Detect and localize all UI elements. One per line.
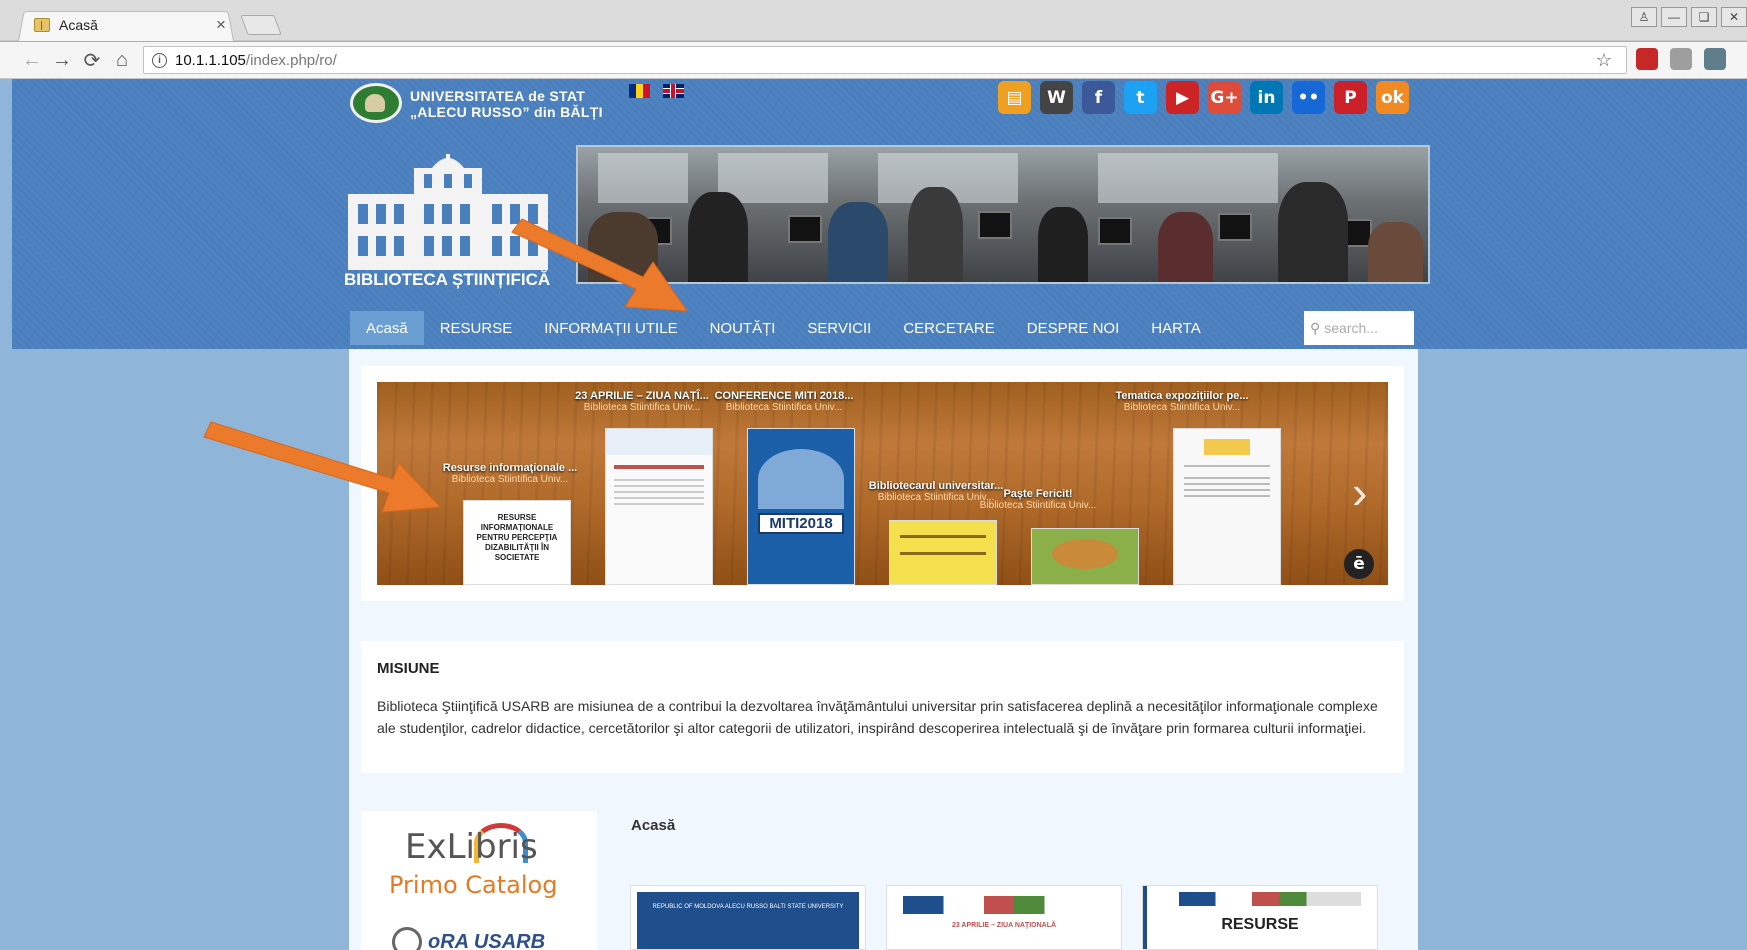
nav-item-4[interactable]: SERVICII bbox=[791, 311, 887, 345]
tab-close-icon[interactable]: × bbox=[212, 15, 230, 35]
header-banner-photo bbox=[576, 145, 1430, 284]
miti-cover-text: MITI2018 bbox=[758, 513, 844, 534]
main-navigation: Acasă RESURSE INFORMAȚII UTILE NOUTĂȚI SERVI… bbox=[350, 311, 1217, 345]
slide-title: CONFERENCE MITI 2018... bbox=[714, 390, 854, 402]
nav-item-6[interactable]: DESPRE NOI bbox=[1011, 311, 1136, 345]
facebook-icon[interactable]: f bbox=[1082, 81, 1115, 114]
thumb-caption: REPUBLIC OF MOLDOVA ALECU RUSSO BALTI ST… bbox=[637, 892, 859, 949]
ora-usarb-logo[interactable]: oRA USARB bbox=[392, 921, 582, 950]
minimize-button[interactable]: — bbox=[1661, 7, 1687, 27]
social-links: ▤ Wf t ▶ G+ in •• Pok bbox=[998, 81, 1409, 114]
exlibris-brand: ExLibris bbox=[405, 827, 538, 867]
google-plus-icon[interactable]: G+ bbox=[1208, 81, 1241, 114]
slide-title: Paşte Fericit! bbox=[1003, 488, 1073, 500]
university-name-line1: UNIVERSITATEA de STAT bbox=[410, 88, 586, 104]
carousel-next-arrow[interactable]: › bbox=[1352, 469, 1367, 515]
user-profile-icon[interactable]: ♙ bbox=[1631, 7, 1657, 27]
flag-ro-icon[interactable] bbox=[629, 84, 650, 98]
slide-caption[interactable]: Resurse informaţionale ... Biblioteca Sti… bbox=[425, 462, 595, 485]
thumb-caption: RESURSE bbox=[1221, 916, 1299, 933]
ora-usarb-text: oRA USARB bbox=[428, 931, 546, 950]
slide-title: Resurse informaţionale ... bbox=[442, 462, 578, 474]
tab-title[interactable]: Acasă bbox=[59, 17, 212, 33]
mission-title: MISIUNE bbox=[377, 660, 440, 677]
main-heading: Acasă bbox=[631, 817, 676, 834]
url-path: /index.php/ro/ bbox=[245, 51, 337, 69]
slide-title: Tematica expozițiilor pe... bbox=[1115, 390, 1249, 402]
search-box[interactable]: ⚲ search... bbox=[1304, 311, 1414, 345]
flickr-icon[interactable]: •• bbox=[1292, 81, 1325, 114]
nav-item-2[interactable]: INFORMAȚII UTILE bbox=[528, 311, 693, 345]
flag-uk-icon[interactable] bbox=[663, 84, 684, 98]
url-host: 10.1.1.105 bbox=[175, 51, 246, 69]
slide-subtitle: Biblioteca Stiintifica Univ... bbox=[979, 500, 1097, 511]
home-icon[interactable]: ⌂ bbox=[108, 47, 136, 73]
web-page: UNIVERSITATEA de STAT „ALECU RUSSO” din … bbox=[12, 79, 1747, 950]
pinterest-icon[interactable]: P bbox=[1334, 81, 1367, 114]
university-name-line2: „ALECU RUSSO” din BĂLȚI bbox=[410, 104, 603, 120]
article-thumb-3[interactable]: RESURSE bbox=[1142, 885, 1378, 950]
mission-text: Biblioteca Ştiinţifică USARB are misiune… bbox=[377, 698, 1378, 736]
twitter-icon[interactable]: t bbox=[1124, 81, 1157, 114]
slide-caption[interactable]: Paşte Fericit! Biblioteca Stiintifica Uni… bbox=[953, 488, 1123, 511]
odnoklassniki-icon[interactable]: ok bbox=[1376, 81, 1409, 114]
library-title[interactable]: BIBLIOTECA ȘTIINȚIFICĂ bbox=[344, 270, 550, 290]
slide-cover-miti2018[interactable]: MITI2018 bbox=[747, 428, 855, 585]
site-info-icon[interactable]: i bbox=[152, 52, 167, 68]
nav-item-5[interactable]: CERCETARE bbox=[887, 311, 1010, 345]
translate-extension-icon[interactable] bbox=[1704, 48, 1726, 70]
slide-cover-tematica[interactable] bbox=[1173, 428, 1281, 585]
bookmark-star-icon[interactable]: ☆ bbox=[1596, 50, 1612, 71]
nav-item-0[interactable]: Acasă bbox=[350, 311, 424, 345]
university-logo-icon[interactable] bbox=[350, 83, 402, 123]
reload-icon[interactable]: ⟳ bbox=[78, 47, 106, 73]
favicon-icon bbox=[34, 18, 50, 32]
thumb-caption: 23 APRILIE – ZIUA NAŢIONALĂ bbox=[951, 922, 1057, 929]
slide-caption[interactable]: Tematica expozițiilor pe... Biblioteca St… bbox=[1097, 390, 1267, 413]
close-window-button[interactable]: ✕ bbox=[1721, 7, 1747, 27]
slide-subtitle: Biblioteca Stiintifica Univ... bbox=[1123, 402, 1241, 413]
primo-catalog-label: Primo Catalog bbox=[389, 871, 558, 899]
nav-item-7[interactable]: HARTA bbox=[1135, 311, 1216, 345]
linkedin-icon[interactable]: in bbox=[1250, 81, 1283, 114]
new-tab-button[interactable] bbox=[240, 15, 282, 35]
search-icon: ⚲ bbox=[1310, 319, 1321, 336]
news-icon[interactable]: ▤ bbox=[998, 81, 1031, 114]
forward-icon[interactable]: → bbox=[48, 47, 76, 73]
browser-tab-strip: Acasă × ♙ — ❏ ✕ bbox=[0, 0, 1747, 41]
nav-item-3[interactable]: NOUTĂȚI bbox=[694, 311, 792, 345]
url-bar[interactable]: i 10.1.1.105 /index.php/ro/ ☆ bbox=[143, 46, 1627, 74]
slide-subtitle: Biblioteca Stiintifica Univ... bbox=[451, 474, 569, 485]
address-toolbar: ← → ⟳ ⌂ i 10.1.1.105 /index.php/ro/ ☆ bbox=[0, 42, 1747, 79]
back-icon[interactable]: ← bbox=[18, 47, 46, 73]
article-thumb-1[interactable]: REPUBLIC OF MOLDOVA ALECU RUSSO BALTI ST… bbox=[630, 885, 866, 950]
slide-cover-resurse[interactable]: RESURSE INFORMAŢIONALE PENTRU PERCEPŢIA … bbox=[463, 500, 571, 585]
nav-item-1[interactable]: RESURSE bbox=[424, 311, 529, 345]
carousel-widget-badge[interactable]: ē bbox=[1344, 549, 1374, 579]
slide-cover-bibliotecarul[interactable] bbox=[889, 520, 997, 585]
restore-button[interactable]: ❏ bbox=[1691, 7, 1717, 27]
slide-subtitle: Biblioteca Stiintifica Univ... bbox=[725, 402, 843, 413]
news-carousel: Resurse informaţionale ... Biblioteca Sti… bbox=[377, 382, 1388, 585]
wikipedia-icon[interactable]: W bbox=[1040, 81, 1073, 114]
slide-cover-paste[interactable] bbox=[1031, 528, 1139, 585]
search-placeholder: search... bbox=[1324, 320, 1378, 336]
article-thumb-2[interactable]: 23 APRILIE – ZIUA NAŢIONALĂ bbox=[886, 885, 1122, 950]
adblock-extension-icon[interactable] bbox=[1636, 48, 1658, 70]
youtube-icon[interactable]: ▶ bbox=[1166, 81, 1199, 114]
cover-text: RESURSE INFORMAŢIONALE PENTRU PERCEPŢIA … bbox=[476, 513, 558, 562]
library-building-icon[interactable] bbox=[344, 154, 552, 272]
slide-caption[interactable]: CONFERENCE MITI 2018... Biblioteca Stiint… bbox=[699, 390, 869, 413]
slide-cover-23-aprilie[interactable] bbox=[605, 428, 713, 585]
university-name[interactable]: UNIVERSITATEA de STAT „ALECU RUSSO” din … bbox=[410, 88, 603, 120]
extension-icon[interactable] bbox=[1670, 48, 1692, 70]
